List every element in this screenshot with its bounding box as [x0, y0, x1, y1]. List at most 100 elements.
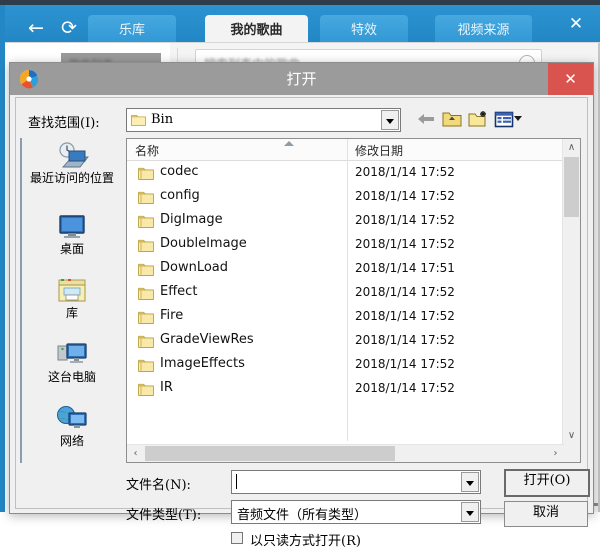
place-item-desktop[interactable]: 桌面: [22, 212, 122, 256]
place-label: 库: [22, 307, 122, 320]
app-close-button[interactable]: ✕: [562, 11, 590, 37]
chevron-down-icon[interactable]: [381, 110, 399, 130]
file-row-name: DoubleImage: [160, 236, 247, 251]
scroll-down-icon[interactable]: ∨: [563, 427, 580, 444]
place-label: 桌面: [22, 243, 122, 256]
file-name-label: 文件名(N):: [126, 474, 191, 493]
file-row[interactable]: DigImage 2018/1/14 17:52: [127, 209, 564, 233]
file-row[interactable]: Fire 2018/1/14 17:52: [127, 305, 564, 329]
file-row-name: ImageEffects: [160, 356, 245, 371]
dialog-close-button[interactable]: ✕: [548, 63, 593, 95]
folder-icon: [138, 286, 154, 300]
file-type-combobox[interactable]: 音频文件（所有类型）: [231, 500, 481, 524]
arrow-left-icon[interactable]: ←: [22, 15, 50, 41]
open-button[interactable]: 打开(O): [504, 469, 590, 497]
vertical-scrollbar[interactable]: ∧ ∨: [562, 139, 580, 462]
file-row-name: codec: [160, 164, 199, 179]
folder-icon: [131, 113, 146, 126]
file-row-name: IR: [160, 380, 173, 395]
place-item-recent[interactable]: 最近访问的位置: [22, 141, 122, 185]
place-item-this-pc[interactable]: 这台电脑: [22, 340, 122, 384]
new-folder-icon[interactable]: [467, 108, 489, 130]
place-item-network[interactable]: 网络: [22, 404, 122, 448]
up-folder-icon[interactable]: [441, 108, 463, 130]
cancel-button[interactable]: 取消: [504, 501, 588, 527]
file-row-date: 2018/1/14 17:52: [355, 381, 455, 395]
file-row[interactable]: ImageEffects 2018/1/14 17:52: [127, 353, 564, 377]
folder-icon: [138, 262, 154, 276]
chevron-down-icon[interactable]: [461, 472, 479, 492]
file-row[interactable]: config 2018/1/14 17:52: [127, 185, 564, 209]
file-row-name: config: [160, 188, 200, 203]
text-caret: [236, 474, 237, 489]
file-row[interactable]: GradeViewRes 2018/1/14 17:52: [127, 329, 564, 353]
chevron-down-icon[interactable]: [514, 116, 522, 121]
column-header-name[interactable]: 名称: [135, 142, 159, 159]
file-row-name: Fire: [160, 308, 183, 323]
file-row-date: 2018/1/14 17:52: [355, 285, 455, 299]
file-list[interactable]: 名称 修改日期 codec 2018/1/14 17:52 config 2018/1…: [126, 138, 581, 463]
folder-icon: [138, 310, 154, 324]
file-list-rows: codec 2018/1/14 17:52 config 2018/1/14 17:5…: [127, 161, 564, 441]
scroll-left-icon[interactable]: ‹: [127, 445, 144, 462]
dialog-body: 查找范围(I): Bin: [15, 97, 588, 509]
back-icon[interactable]: [415, 108, 437, 130]
horizontal-scrollbar[interactable]: ‹ ›: [127, 444, 564, 462]
scroll-right-icon[interactable]: ›: [547, 445, 564, 462]
place-label: 这台电脑: [22, 371, 122, 384]
look-in-combobox[interactable]: Bin: [126, 108, 401, 132]
file-row-name: DownLoad: [160, 260, 228, 275]
folder-icon: [138, 238, 154, 252]
look-in-label: 查找范围(I):: [28, 112, 100, 131]
file-row-date: 2018/1/14 17:52: [355, 213, 455, 227]
places-bar: 最近访问的位置 桌面: [20, 138, 122, 463]
file-row-name: Effect: [160, 284, 197, 299]
desktop-icon: [55, 212, 89, 242]
file-row[interactable]: DownLoad 2018/1/14 17:51: [127, 257, 564, 281]
place-item-libraries[interactable]: 库: [22, 276, 122, 320]
network-icon: [55, 404, 89, 434]
readonly-checkbox[interactable]: [231, 532, 243, 544]
libraries-icon: [55, 276, 89, 306]
chevron-down-icon[interactable]: [461, 502, 479, 522]
file-row-date: 2018/1/14 17:52: [355, 333, 455, 347]
file-row-name: DigImage: [160, 212, 223, 227]
scroll-up-icon[interactable]: ∧: [563, 139, 580, 156]
look-in-value: Bin: [151, 112, 173, 127]
sort-ascending-icon: [284, 141, 294, 146]
horizontal-scrollbar-thumb[interactable]: [145, 446, 395, 461]
app-titlebar: ← ⟳ 乐库 我的歌曲 特效 视频来源 ✕: [0, 5, 600, 42]
views-icon[interactable]: [493, 108, 515, 130]
open-file-dialog: 打开 ✕ 查找范围(I): Bin: [9, 62, 594, 514]
vertical-scrollbar-thumb[interactable]: [564, 157, 579, 217]
file-row[interactable]: Effect 2018/1/14 17:52: [127, 281, 564, 305]
place-label: 网络: [22, 435, 122, 448]
readonly-checkbox-label: 以只读方式打开(R): [250, 530, 361, 549]
folder-icon: [138, 382, 154, 396]
file-row-date: 2018/1/14 17:52: [355, 309, 455, 323]
file-type-value: 音频文件（所有类型）: [237, 504, 367, 523]
folder-icon: [138, 166, 154, 180]
this-pc-icon: [55, 340, 89, 370]
file-row-date: 2018/1/14 17:52: [355, 165, 455, 179]
folder-icon: [138, 334, 154, 348]
file-row-date: 2018/1/14 17:52: [355, 237, 455, 251]
reload-icon[interactable]: ⟳: [55, 15, 83, 41]
file-type-label: 文件类型(T):: [126, 504, 201, 523]
file-row-date: 2018/1/14 17:51: [355, 261, 455, 275]
column-header-date[interactable]: 修改日期: [355, 142, 403, 159]
file-row-name: GradeViewRes: [160, 332, 254, 347]
file-row[interactable]: codec 2018/1/14 17:52: [127, 161, 564, 185]
file-row[interactable]: DoubleImage 2018/1/14 17:52: [127, 233, 564, 257]
file-row-date: 2018/1/14 17:52: [355, 357, 455, 371]
file-row[interactable]: IR 2018/1/14 17:52: [127, 377, 564, 401]
dialog-titlebar[interactable]: 打开 ✕: [10, 63, 593, 95]
folder-icon: [138, 214, 154, 228]
folder-icon: [138, 190, 154, 204]
folder-icon: [138, 358, 154, 372]
dialog-title: 打开: [10, 68, 593, 89]
file-row-date: 2018/1/14 17:52: [355, 189, 455, 203]
file-list-header: 名称 修改日期: [127, 139, 564, 161]
file-name-input[interactable]: [231, 470, 481, 494]
recent-places-icon: [55, 141, 89, 171]
